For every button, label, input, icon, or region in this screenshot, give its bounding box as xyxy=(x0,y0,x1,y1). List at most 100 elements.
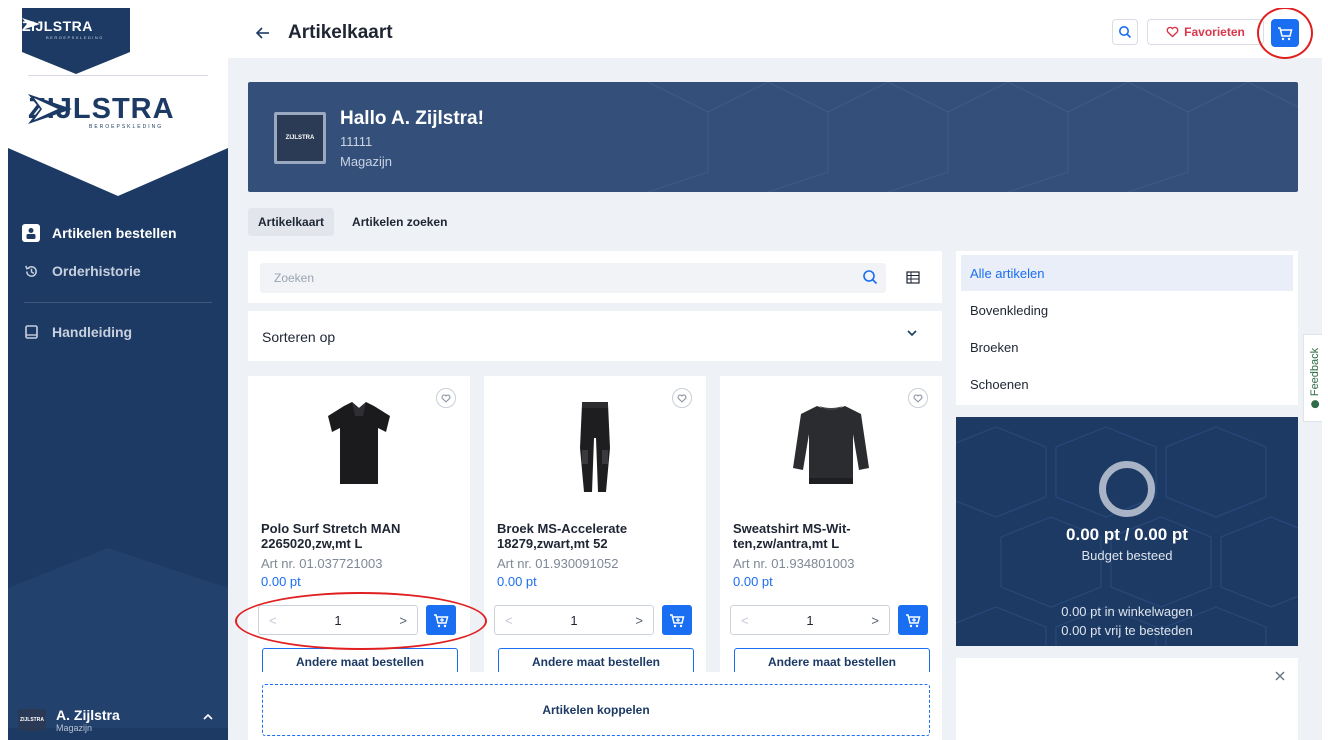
favorite-toggle[interactable] xyxy=(672,388,692,408)
favorite-toggle[interactable] xyxy=(908,388,928,408)
polo-shirt-image xyxy=(328,402,390,484)
increase-icon[interactable]: > xyxy=(871,613,879,628)
sort-label: Sorteren op xyxy=(262,329,336,345)
product-name: Polo Surf Stretch MAN 2265020,zw,mt L xyxy=(261,521,401,551)
customer-number: 11111 xyxy=(340,134,373,149)
product-price: 0.00 pt xyxy=(497,574,537,589)
product-price: 0.00 pt xyxy=(261,574,301,589)
favorites-button[interactable]: Favorieten xyxy=(1147,19,1264,45)
favorite-toggle[interactable] xyxy=(436,388,456,408)
brand-arrow-icon xyxy=(22,18,40,30)
product-card: Broek MS-Accelerate 18279,zwart,mt 52 Ar… xyxy=(484,376,706,676)
link-articles-panel: Artikelen koppelen xyxy=(248,672,942,740)
top-bar: Artikelkaart Favorieten xyxy=(228,8,1322,59)
sort-dropdown[interactable]: Sorteren op xyxy=(248,311,942,361)
user-name: A. Zijlstra xyxy=(56,707,120,723)
article-number: Art nr. 01.934801003 xyxy=(733,556,855,571)
heart-icon xyxy=(913,394,923,403)
product-name: Broek MS-Accelerate 18279,zwart,mt 52 xyxy=(497,521,628,551)
chevron-up-icon[interactable] xyxy=(202,713,214,721)
avatar: ZIJLSTRA xyxy=(18,709,46,731)
product-price: 0.00 pt xyxy=(733,574,773,589)
nav-divider xyxy=(24,302,212,303)
search-button[interactable] xyxy=(1112,19,1138,45)
trousers-image xyxy=(580,402,610,492)
quantity-value[interactable]: 1 xyxy=(495,613,653,628)
sidebar-item-orderhistorie[interactable]: Orderhistorie xyxy=(8,252,228,290)
greeting: Hallo A. Zijlstra! xyxy=(340,108,484,129)
category-bovenkleding[interactable]: Bovenkleding xyxy=(961,292,1293,328)
sidebar-background-pattern xyxy=(8,548,228,728)
app-window: ZIJLSTRA BEROEPSKLEDING ZIJLSTRA BEROEPS… xyxy=(8,8,1322,740)
product-name: Sweatshirt MS-Wit-ten,zw/antra,mt L xyxy=(733,521,851,551)
category-list: Alle artikelen Bovenkleding Broeken Scho… xyxy=(956,251,1298,405)
heart-icon xyxy=(1166,26,1179,38)
brand-logo-tagline: BEROEPSKLEDING xyxy=(89,124,164,130)
customer-logo: ZIJLSTRA xyxy=(274,112,326,164)
history-icon xyxy=(22,262,40,280)
category-alle-artikelen[interactable]: Alle artikelen xyxy=(961,255,1293,291)
article-number: Art nr. 01.930091052 xyxy=(497,556,619,571)
user-menu[interactable]: ZIJLSTRA A. Zijlstra Magazijn xyxy=(8,700,228,740)
sidebar-item-handleiding[interactable]: Handleiding xyxy=(8,313,228,351)
annotation-circle xyxy=(235,592,487,650)
product-card: Sweatshirt MS-Wit-ten,zw/antra,mt L Art … xyxy=(720,376,942,676)
category-broeken[interactable]: Broeken xyxy=(961,329,1293,365)
cart-plus-icon xyxy=(670,613,685,627)
tab-artikelkaart[interactable]: Artikelkaart xyxy=(248,208,335,236)
sidebar-divider xyxy=(28,75,208,76)
brand-arrow-icon xyxy=(28,94,72,124)
quantity-stepper[interactable]: < 1 > xyxy=(730,605,890,635)
list-view-icon[interactable] xyxy=(906,271,920,284)
page-title: Artikelkaart xyxy=(288,22,393,43)
sidebar-item-label: Artikelen bestellen xyxy=(52,225,177,241)
sidebar-logo-area: ZIJLSTRA BEROEPSKLEDING ZIJLSTRA BEROEPS… xyxy=(8,8,228,208)
small-logo[interactable]: ZIJLSTRA BEROEPSKLEDING xyxy=(22,18,102,40)
favorites-label: Favorieten xyxy=(1184,25,1245,39)
cart-plus-icon xyxy=(906,613,921,627)
budget-panel: 0.00 pt / 0.00 pt Budget besteed 0.00 pt… xyxy=(956,417,1298,646)
article-number: Art nr. 01.037721003 xyxy=(261,556,383,571)
back-arrow-icon[interactable] xyxy=(254,24,272,42)
search-icon xyxy=(1119,26,1132,39)
search-panel: Zoeken xyxy=(248,251,942,303)
brand-logo: ZIJLSTRA BEROEPSKLEDING xyxy=(28,94,175,130)
info-panel xyxy=(956,658,1298,740)
search-icon[interactable] xyxy=(862,269,878,285)
quantity-value[interactable]: 1 xyxy=(731,613,889,628)
small-logo-tagline: BEROEPSKLEDING xyxy=(46,35,104,40)
budget-progress-ring xyxy=(1099,461,1155,517)
heart-icon xyxy=(441,394,451,403)
budget-value: 0.00 pt / 0.00 pt xyxy=(1066,525,1188,544)
welcome-banner: ZIJLSTRA Hallo A. Zijlstra! 11111 Magazi… xyxy=(248,82,1298,192)
tab-bar: Artikelkaart Artikelen zoeken xyxy=(248,208,457,236)
sidebar-item-artikelen-bestellen[interactable]: Artikelen bestellen xyxy=(8,214,228,252)
budget-in-cart: 0.00 pt in winkelwagen xyxy=(1061,604,1193,619)
increase-icon[interactable]: > xyxy=(635,613,643,628)
feedback-tab[interactable]: Feedback xyxy=(1303,334,1322,422)
add-to-cart-button[interactable] xyxy=(898,605,928,635)
banner-pattern xyxy=(647,82,1298,192)
budget-label: Budget besteed xyxy=(1081,548,1173,563)
link-articles-button[interactable]: Artikelen koppelen xyxy=(262,684,930,736)
sidebar-item-label: Orderhistorie xyxy=(52,263,141,279)
feedback-icon xyxy=(1311,400,1319,409)
add-to-cart-button[interactable] xyxy=(662,605,692,635)
sidebar-nav: Artikelen bestellen Orderhistorie Handle… xyxy=(8,214,228,351)
user-role: Magazijn xyxy=(56,723,93,733)
sweatshirt-image xyxy=(793,406,869,484)
search-input[interactable]: Zoeken xyxy=(260,263,886,293)
sidebar-item-label: Handleiding xyxy=(52,324,133,340)
heart-icon xyxy=(677,394,687,403)
close-icon[interactable] xyxy=(1274,670,1286,682)
quantity-stepper[interactable]: < 1 > xyxy=(494,605,654,635)
budget-free: 0.00 pt vrij te besteden xyxy=(1061,623,1193,638)
person-uniform-icon xyxy=(22,224,40,242)
customer-location: Magazijn xyxy=(340,154,393,169)
category-schoenen[interactable]: Schoenen xyxy=(961,366,1293,402)
tab-artikelen-zoeken[interactable]: Artikelen zoeken xyxy=(342,208,457,236)
annotation-circle xyxy=(1257,8,1313,59)
sidebar: ZIJLSTRA BEROEPSKLEDING ZIJLSTRA BEROEPS… xyxy=(8,8,228,740)
chevron-down-icon xyxy=(907,330,917,337)
book-icon xyxy=(22,323,40,341)
